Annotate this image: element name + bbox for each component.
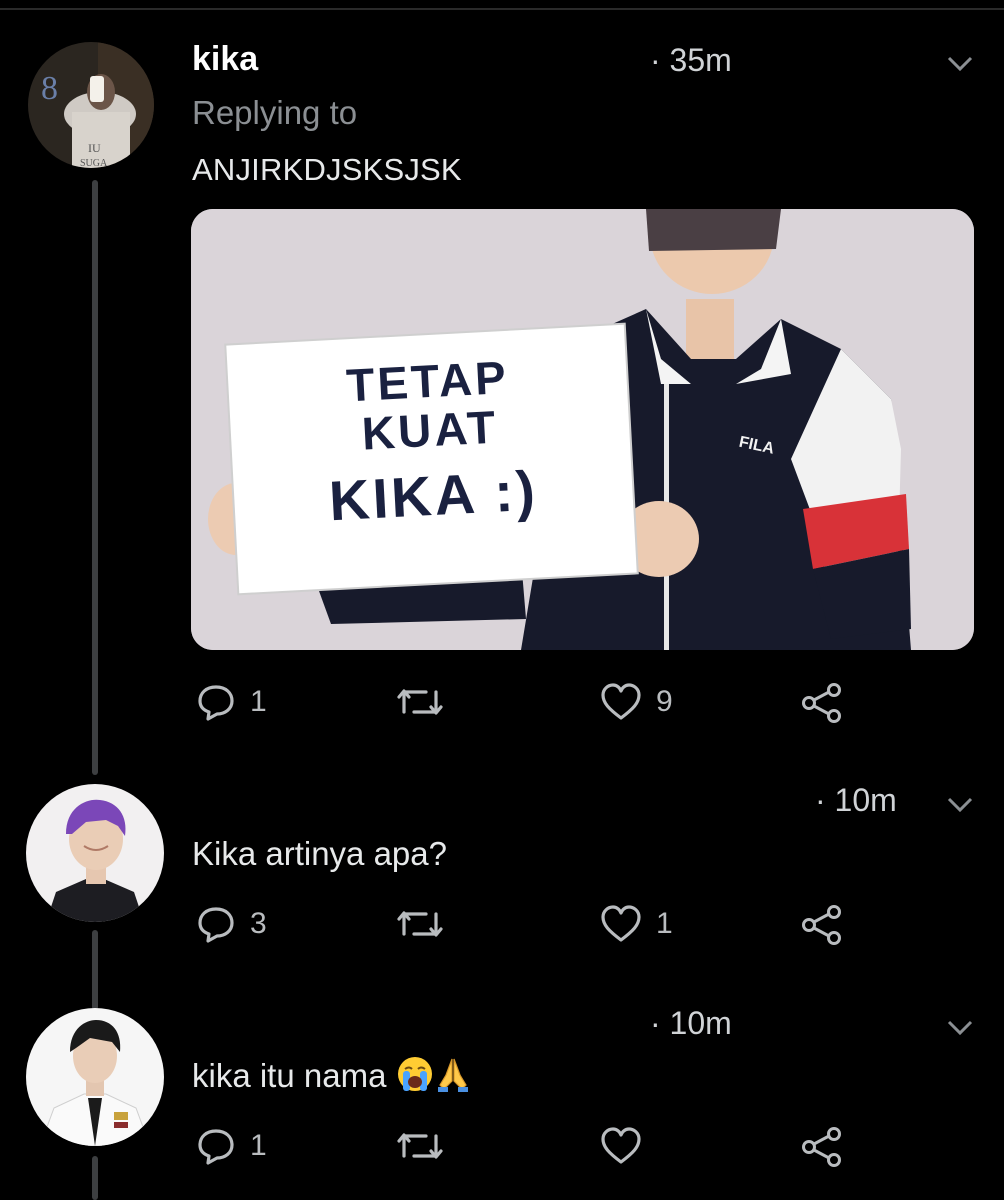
reply-icon (198, 907, 234, 943)
reply-button[interactable]: 1 (196, 1126, 267, 1166)
reply-count: 1 (250, 685, 267, 718)
avatar[interactable] (26, 1008, 164, 1146)
like-count: 9 (656, 685, 673, 718)
svg-text:1: 1 (142, 49, 149, 64)
timestamp[interactable]: · 10m (650, 1005, 732, 1042)
avatar[interactable]: 8 IU SUGA 1 (28, 42, 154, 168)
retweet-button[interactable] (396, 904, 458, 944)
share-icon (802, 683, 841, 723)
reply-button[interactable]: 3 (196, 904, 267, 944)
replying-to-handle[interactable]: ANJIRKDJSKSJSK (192, 152, 462, 188)
svg-text:8: 8 (41, 70, 58, 107)
like-icon (601, 683, 641, 720)
retweet-icon (397, 689, 443, 715)
chevron-down-icon[interactable] (946, 54, 974, 74)
share-button[interactable] (800, 682, 844, 724)
retweet-icon (397, 1133, 443, 1159)
sign-line-2: KUAT (361, 400, 500, 459)
share-icon (802, 905, 841, 945)
reply-icon (198, 1129, 234, 1165)
reply-count: 1 (250, 1129, 267, 1162)
like-icon (601, 905, 641, 942)
retweet-button[interactable] (396, 1126, 458, 1166)
loudly-crying-face-icon (397, 1057, 432, 1091)
share-button[interactable] (800, 1126, 844, 1168)
avatar[interactable] (26, 784, 164, 922)
sign-line-3: KIKA :) (328, 459, 540, 533)
reply-icon (198, 685, 234, 721)
reply-count: 3 (250, 907, 267, 940)
reply-button[interactable]: 1 (196, 682, 267, 722)
folded-hands-icon (437, 1058, 468, 1092)
tweet-image[interactable]: FILA TETAP KUAT KIKA :) (191, 209, 974, 650)
top-divider (0, 8, 1004, 10)
svg-text:SUGA: SUGA (80, 158, 108, 168)
like-count: 1 (656, 907, 673, 940)
retweet-icon (397, 911, 443, 937)
thread-line (92, 930, 98, 1010)
thread-line (92, 180, 98, 775)
share-icon (802, 1127, 841, 1167)
thread-line (92, 1156, 98, 1200)
tweet-text: kika itu nama (192, 1055, 472, 1095)
svg-text:IU: IU (88, 141, 101, 155)
author-name[interactable]: kika (192, 40, 258, 79)
like-button[interactable]: 1 (600, 904, 673, 944)
replying-to-label: Replying to (192, 94, 358, 131)
retweet-button[interactable] (396, 682, 458, 722)
chevron-down-icon[interactable] (946, 795, 974, 815)
timestamp[interactable]: · 35m (650, 42, 732, 79)
chevron-down-icon[interactable] (946, 1018, 974, 1038)
tweet-text: Kika artinya apa? (192, 835, 447, 872)
like-icon (601, 1127, 641, 1164)
timestamp[interactable]: · 10m (815, 782, 897, 819)
like-button[interactable] (600, 1126, 656, 1166)
tweet-text-body: kika itu nama (192, 1057, 387, 1094)
share-button[interactable] (800, 904, 844, 946)
like-button[interactable]: 9 (600, 682, 673, 722)
